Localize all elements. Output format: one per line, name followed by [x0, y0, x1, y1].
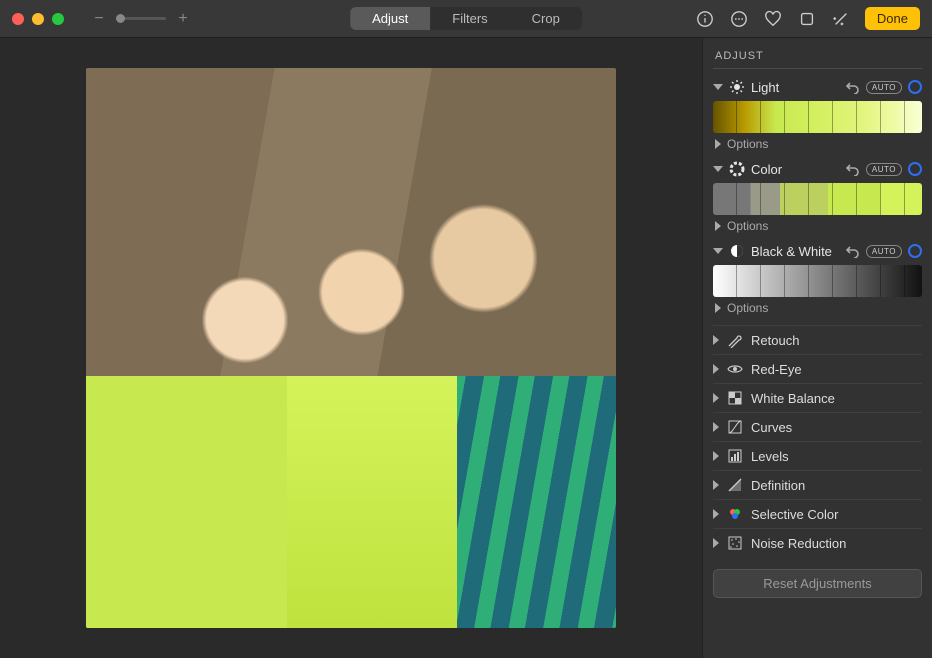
- rotate-icon[interactable]: [797, 9, 817, 29]
- adjust-light-label: Light: [751, 80, 840, 95]
- bw-options-label: Options: [727, 301, 768, 315]
- photo-preview[interactable]: [86, 68, 616, 628]
- light-thumbstrip[interactable]: [713, 101, 922, 133]
- color-options-toggle[interactable]: Options: [715, 219, 922, 233]
- selective-color-icon: [727, 506, 743, 522]
- chevron-right-icon: [713, 393, 719, 403]
- row-retouch[interactable]: Retouch: [713, 325, 922, 354]
- titlebar: − + Adjust Filters Crop Done: [0, 0, 932, 38]
- adjust-bw-header[interactable]: Black & White AUTO: [713, 243, 922, 259]
- tab-crop[interactable]: Crop: [510, 7, 582, 30]
- chevron-right-icon: [713, 538, 719, 548]
- light-options-toggle[interactable]: Options: [715, 137, 922, 151]
- enable-ring-light[interactable]: [908, 80, 922, 94]
- light-icon: [729, 79, 745, 95]
- row-definition-label: Definition: [751, 478, 805, 493]
- row-levels-label: Levels: [751, 449, 789, 464]
- row-retouch-label: Retouch: [751, 333, 799, 348]
- enable-ring-bw[interactable]: [908, 244, 922, 258]
- chevron-right-icon: [715, 221, 721, 231]
- adjust-light-header[interactable]: Light AUTO: [713, 79, 922, 95]
- tab-filters[interactable]: Filters: [430, 7, 509, 30]
- close-window-button[interactable]: [12, 13, 24, 25]
- photo-canvas: [0, 38, 702, 658]
- retouch-icon: [727, 332, 743, 348]
- row-selcolor[interactable]: Selective Color: [713, 499, 922, 528]
- chevron-right-icon: [715, 139, 721, 149]
- bw-thumbstrip[interactable]: [713, 265, 922, 297]
- adjust-bw-label: Black & White: [751, 244, 840, 259]
- adjust-color-label: Color: [751, 162, 840, 177]
- chevron-right-icon: [713, 480, 719, 490]
- toolbar-right: Done: [695, 7, 920, 30]
- info-icon[interactable]: [695, 9, 715, 29]
- chevron-right-icon: [715, 303, 721, 313]
- zoom-slider[interactable]: [116, 17, 166, 20]
- sidebar-title: ADJUST: [713, 48, 922, 69]
- edit-mode-tabs: Adjust Filters Crop: [350, 7, 582, 30]
- favorite-heart-icon[interactable]: [763, 9, 783, 29]
- curves-icon: [727, 419, 743, 435]
- row-selcolor-label: Selective Color: [751, 507, 838, 522]
- chevron-down-icon: [713, 166, 723, 172]
- auto-button-color[interactable]: AUTO: [866, 163, 902, 176]
- more-icon[interactable]: [729, 9, 749, 29]
- zoom-in-button[interactable]: +: [176, 10, 190, 28]
- auto-button-light[interactable]: AUTO: [866, 81, 902, 94]
- reset-adjustments-button[interactable]: Reset Adjustments: [713, 569, 922, 598]
- noise-icon: [727, 535, 743, 551]
- tab-adjust[interactable]: Adjust: [350, 7, 430, 30]
- bw-icon: [729, 243, 745, 259]
- adjust-light-section: Light AUTO Options: [713, 79, 922, 151]
- undo-icon[interactable]: [846, 162, 860, 176]
- chevron-right-icon: [713, 451, 719, 461]
- row-noise[interactable]: Noise Reduction: [713, 528, 922, 557]
- auto-enhance-icon[interactable]: [831, 9, 851, 29]
- chevron-down-icon: [713, 84, 723, 90]
- zoom-out-button[interactable]: −: [92, 10, 106, 28]
- color-options-label: Options: [727, 219, 768, 233]
- adjust-color-header[interactable]: Color AUTO: [713, 161, 922, 177]
- light-options-label: Options: [727, 137, 768, 151]
- minimize-window-button[interactable]: [32, 13, 44, 25]
- definition-icon: [727, 477, 743, 493]
- wb-icon: [727, 390, 743, 406]
- row-redeye[interactable]: Red-Eye: [713, 354, 922, 383]
- color-thumbstrip[interactable]: [713, 183, 922, 215]
- window-controls: [12, 13, 64, 25]
- chevron-right-icon: [713, 364, 719, 374]
- row-wb[interactable]: White Balance: [713, 383, 922, 412]
- undo-icon[interactable]: [846, 80, 860, 94]
- row-definition[interactable]: Definition: [713, 470, 922, 499]
- adjust-color-section: Color AUTO Options: [713, 161, 922, 233]
- auto-button-bw[interactable]: AUTO: [866, 245, 902, 258]
- adjust-sidebar: ADJUST Light AUTO Options Color: [702, 38, 932, 658]
- done-button[interactable]: Done: [865, 7, 920, 30]
- row-noise-label: Noise Reduction: [751, 536, 846, 551]
- row-curves[interactable]: Curves: [713, 412, 922, 441]
- color-icon: [729, 161, 745, 177]
- chevron-right-icon: [713, 509, 719, 519]
- row-levels[interactable]: Levels: [713, 441, 922, 470]
- bw-options-toggle[interactable]: Options: [715, 301, 922, 315]
- enable-ring-color[interactable]: [908, 162, 922, 176]
- adjust-bw-section: Black & White AUTO Options: [713, 243, 922, 315]
- chevron-down-icon: [713, 248, 723, 254]
- row-wb-label: White Balance: [751, 391, 835, 406]
- undo-icon[interactable]: [846, 244, 860, 258]
- redeye-icon: [727, 361, 743, 377]
- zoom-control: − +: [92, 10, 190, 28]
- row-curves-label: Curves: [751, 420, 792, 435]
- levels-icon: [727, 448, 743, 464]
- chevron-right-icon: [713, 335, 719, 345]
- chevron-right-icon: [713, 422, 719, 432]
- row-redeye-label: Red-Eye: [751, 362, 802, 377]
- fullscreen-window-button[interactable]: [52, 13, 64, 25]
